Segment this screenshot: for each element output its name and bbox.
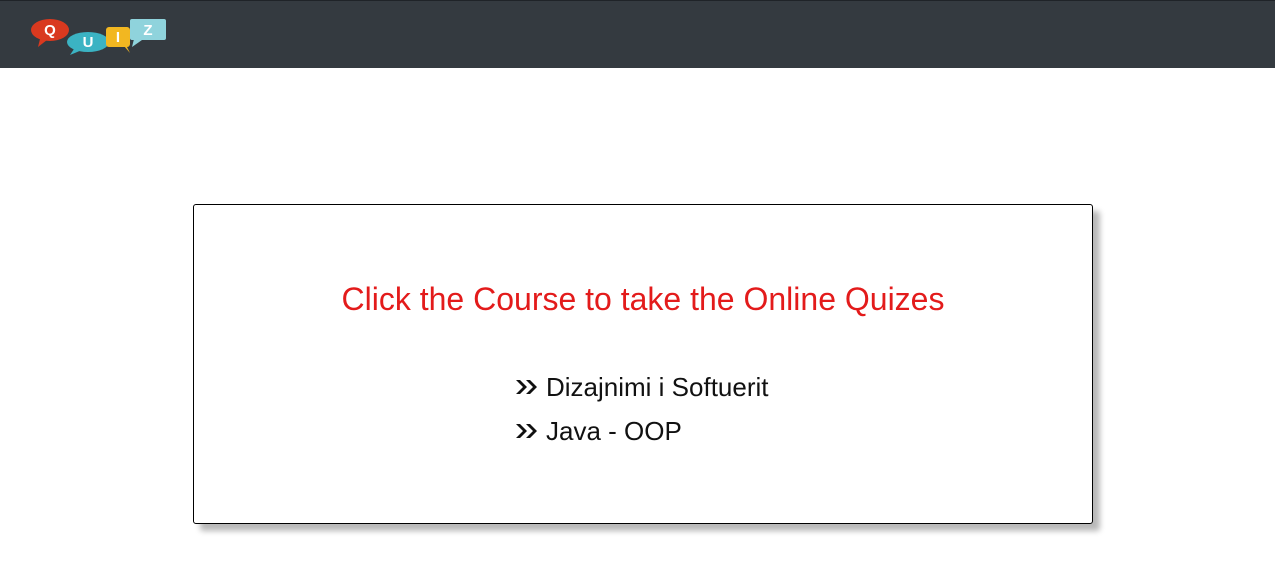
course-link-dizajnimi[interactable]: Dizajnimi i Softuerit: [546, 372, 769, 403]
logo-letter-z: Z: [143, 22, 152, 39]
course-link-java-oop[interactable]: Java - OOP: [546, 416, 682, 447]
logo-letter-u: U: [83, 34, 94, 51]
double-chevron-right-icon: [516, 424, 537, 438]
course-card: Click the Course to take the Online Quiz…: [193, 204, 1093, 524]
quiz-logo[interactable]: Q U I Z: [30, 17, 170, 57]
page-heading: Click the Course to take the Online Quiz…: [341, 281, 945, 317]
quiz-logo-icon: Q U I Z: [31, 19, 166, 55]
double-chevron-right-icon: [516, 380, 537, 394]
course-item-dizajnimi[interactable]: Dizajnimi i Softuerit: [514, 365, 769, 409]
top-navbar: Q U I Z: [0, 0, 1275, 68]
course-item-java-oop[interactable]: Java - OOP: [514, 409, 769, 453]
logo-letter-i: I: [116, 29, 120, 46]
logo-letter-q: Q: [44, 22, 56, 39]
course-list: Dizajnimi i Softuerit Java - OOP: [514, 365, 769, 453]
